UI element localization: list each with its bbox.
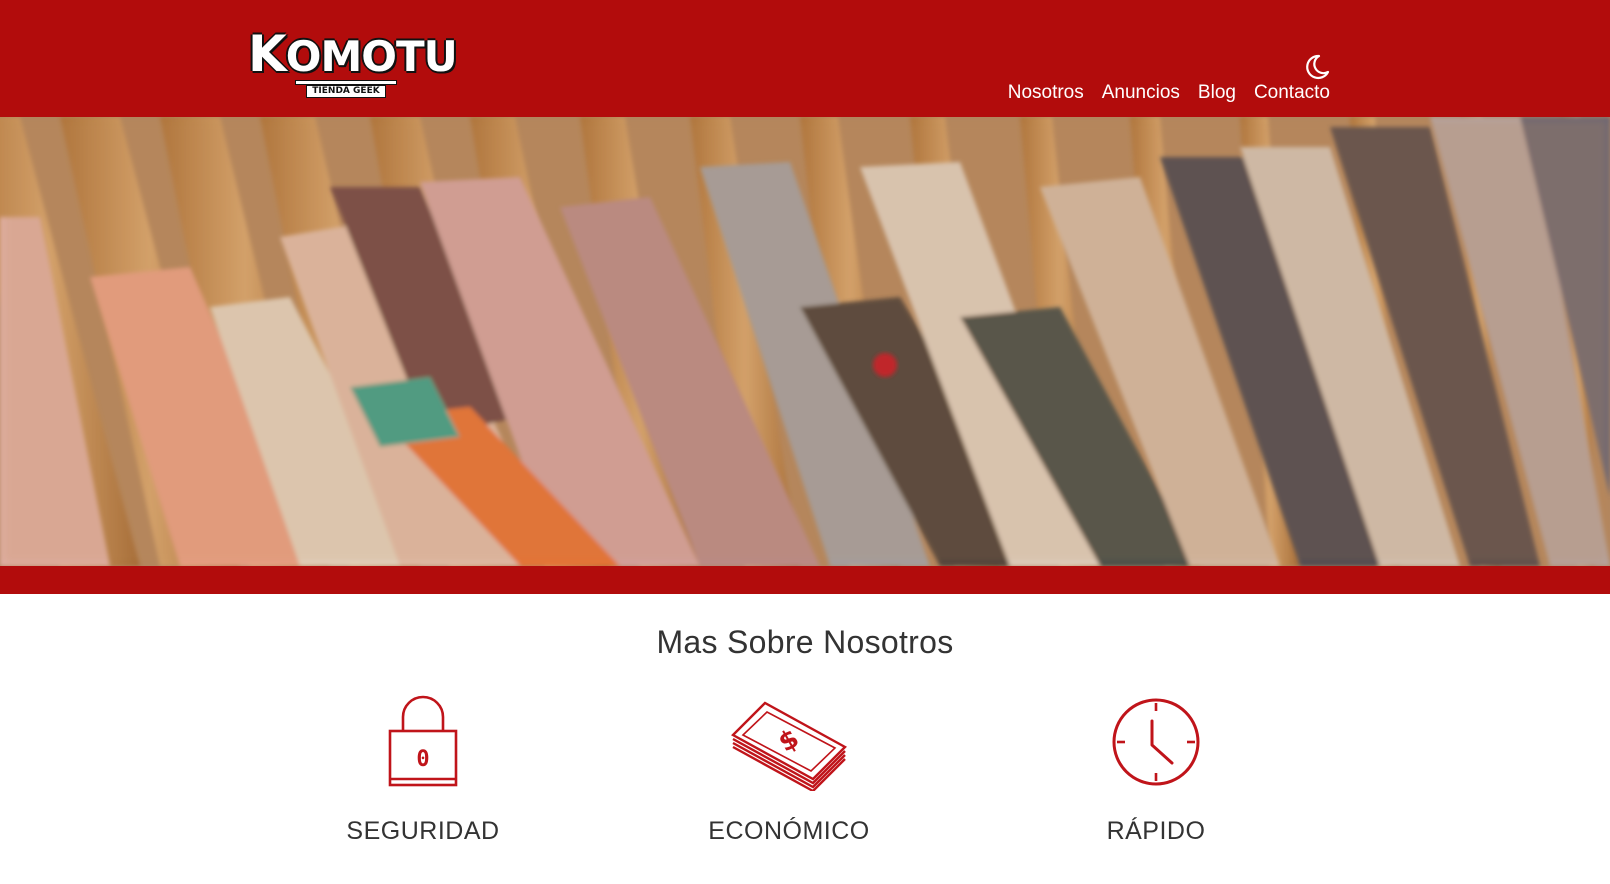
svg-text:0: 0 (416, 747, 429, 772)
nav-contacto[interactable]: Contacto (1254, 80, 1330, 106)
nav-anuncios[interactable]: Anuncios (1102, 80, 1180, 106)
logo-wordmark: KOMOTU (248, 25, 458, 83)
padlock-icon: 0 (388, 695, 458, 787)
feature-rapido: RÁPIDO (1036, 695, 1276, 846)
moon-icon[interactable] (1301, 52, 1331, 82)
site-logo[interactable]: KOMOTU TIENDA GEEK (248, 29, 458, 98)
feature-seguridad: 0 SEGURIDAD (303, 695, 543, 846)
hero-clothes-image (0, 117, 1610, 566)
nav-blog[interactable]: Blog (1198, 80, 1236, 106)
feature-label: SEGURIDAD (346, 817, 500, 845)
money-stack-icon: $ (731, 701, 847, 791)
main-nav: Nosotros Anuncios Blog Contacto (1008, 80, 1330, 106)
feature-label: ECONÓMICO (708, 817, 870, 845)
nav-nosotros[interactable]: Nosotros (1008, 80, 1084, 106)
feature-economico: $ ECONÓMICO (669, 695, 909, 846)
hero-bottom-band (0, 566, 1610, 594)
logo-underline (296, 81, 396, 84)
site-header: KOMOTU TIENDA GEEK Nosotros Anuncios Blo… (0, 0, 1610, 117)
logo-tagline: TIENDA GEEK (306, 85, 386, 98)
section-title: Mas Sobre Nosotros (656, 624, 954, 660)
feature-label: RÁPIDO (1106, 817, 1206, 845)
clock-icon (1112, 698, 1200, 786)
